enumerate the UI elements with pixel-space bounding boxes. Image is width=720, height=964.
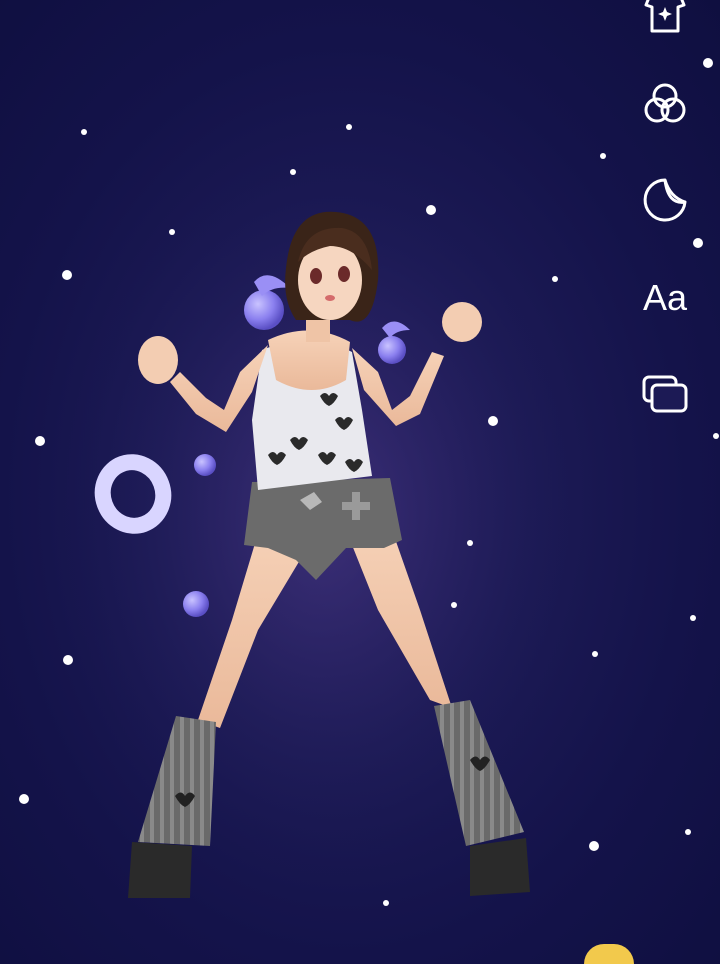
text-button[interactable]: Aa [632, 270, 698, 326]
stacked-windows-icon [642, 375, 688, 413]
effects-button[interactable] [632, 76, 698, 132]
three-circles-icon [644, 83, 686, 123]
text-label: Aa [642, 277, 688, 318]
shirt-sparkle-icon [644, 0, 686, 33]
avatar-scene [0, 0, 720, 960]
sticker-button[interactable] [632, 172, 698, 228]
outfit-button[interactable] [632, 0, 698, 40]
right-toolbar: Aa [632, 0, 698, 420]
layers-button[interactable] [632, 366, 698, 422]
moon-sticker-icon [643, 178, 687, 222]
